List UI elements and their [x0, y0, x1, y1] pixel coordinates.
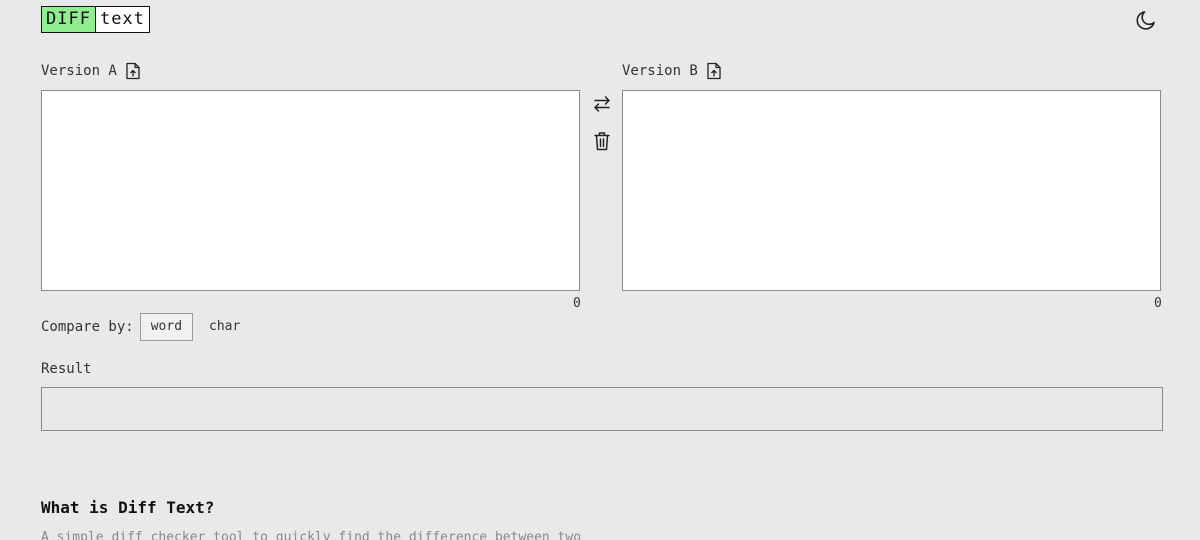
swap-button[interactable]	[591, 93, 613, 115]
about-description: A simple diff checker tool to quickly fi…	[41, 530, 582, 540]
swap-arrows-icon	[594, 96, 610, 112]
version-a-upload-button[interactable]	[125, 62, 141, 80]
page: DIFF text Version A 0 Version B 0 Compar…	[0, 0, 1200, 540]
clear-button[interactable]	[591, 130, 613, 152]
result-output	[41, 387, 1163, 431]
version-b-char-count: 0	[1154, 296, 1162, 311]
file-upload-icon	[707, 62, 721, 80]
result-label: Result	[41, 361, 92, 377]
logo-diff: DIFF	[42, 7, 96, 32]
version-b-label: Version B	[622, 63, 698, 79]
version-a-header: Version A	[41, 62, 141, 80]
moon-icon	[1136, 11, 1155, 30]
compare-by-control: Compare by: word char	[41, 313, 250, 341]
theme-toggle-button[interactable]	[1134, 8, 1158, 32]
compare-by-label: Compare by:	[41, 319, 134, 335]
version-b-textarea[interactable]	[622, 90, 1161, 291]
version-b-header: Version B	[622, 62, 722, 80]
version-a-label: Version A	[41, 63, 117, 79]
about-heading: What is Diff Text?	[41, 498, 215, 517]
logo[interactable]: DIFF text	[41, 6, 150, 33]
logo-text: text	[95, 7, 149, 32]
version-a-char-count: 0	[573, 296, 581, 311]
file-upload-icon	[126, 62, 140, 80]
compare-option-char[interactable]: char	[199, 314, 250, 340]
version-a-textarea[interactable]	[41, 90, 580, 291]
compare-option-word[interactable]: word	[139, 313, 194, 341]
trash-icon	[594, 132, 610, 151]
version-b-upload-button[interactable]	[706, 62, 722, 80]
